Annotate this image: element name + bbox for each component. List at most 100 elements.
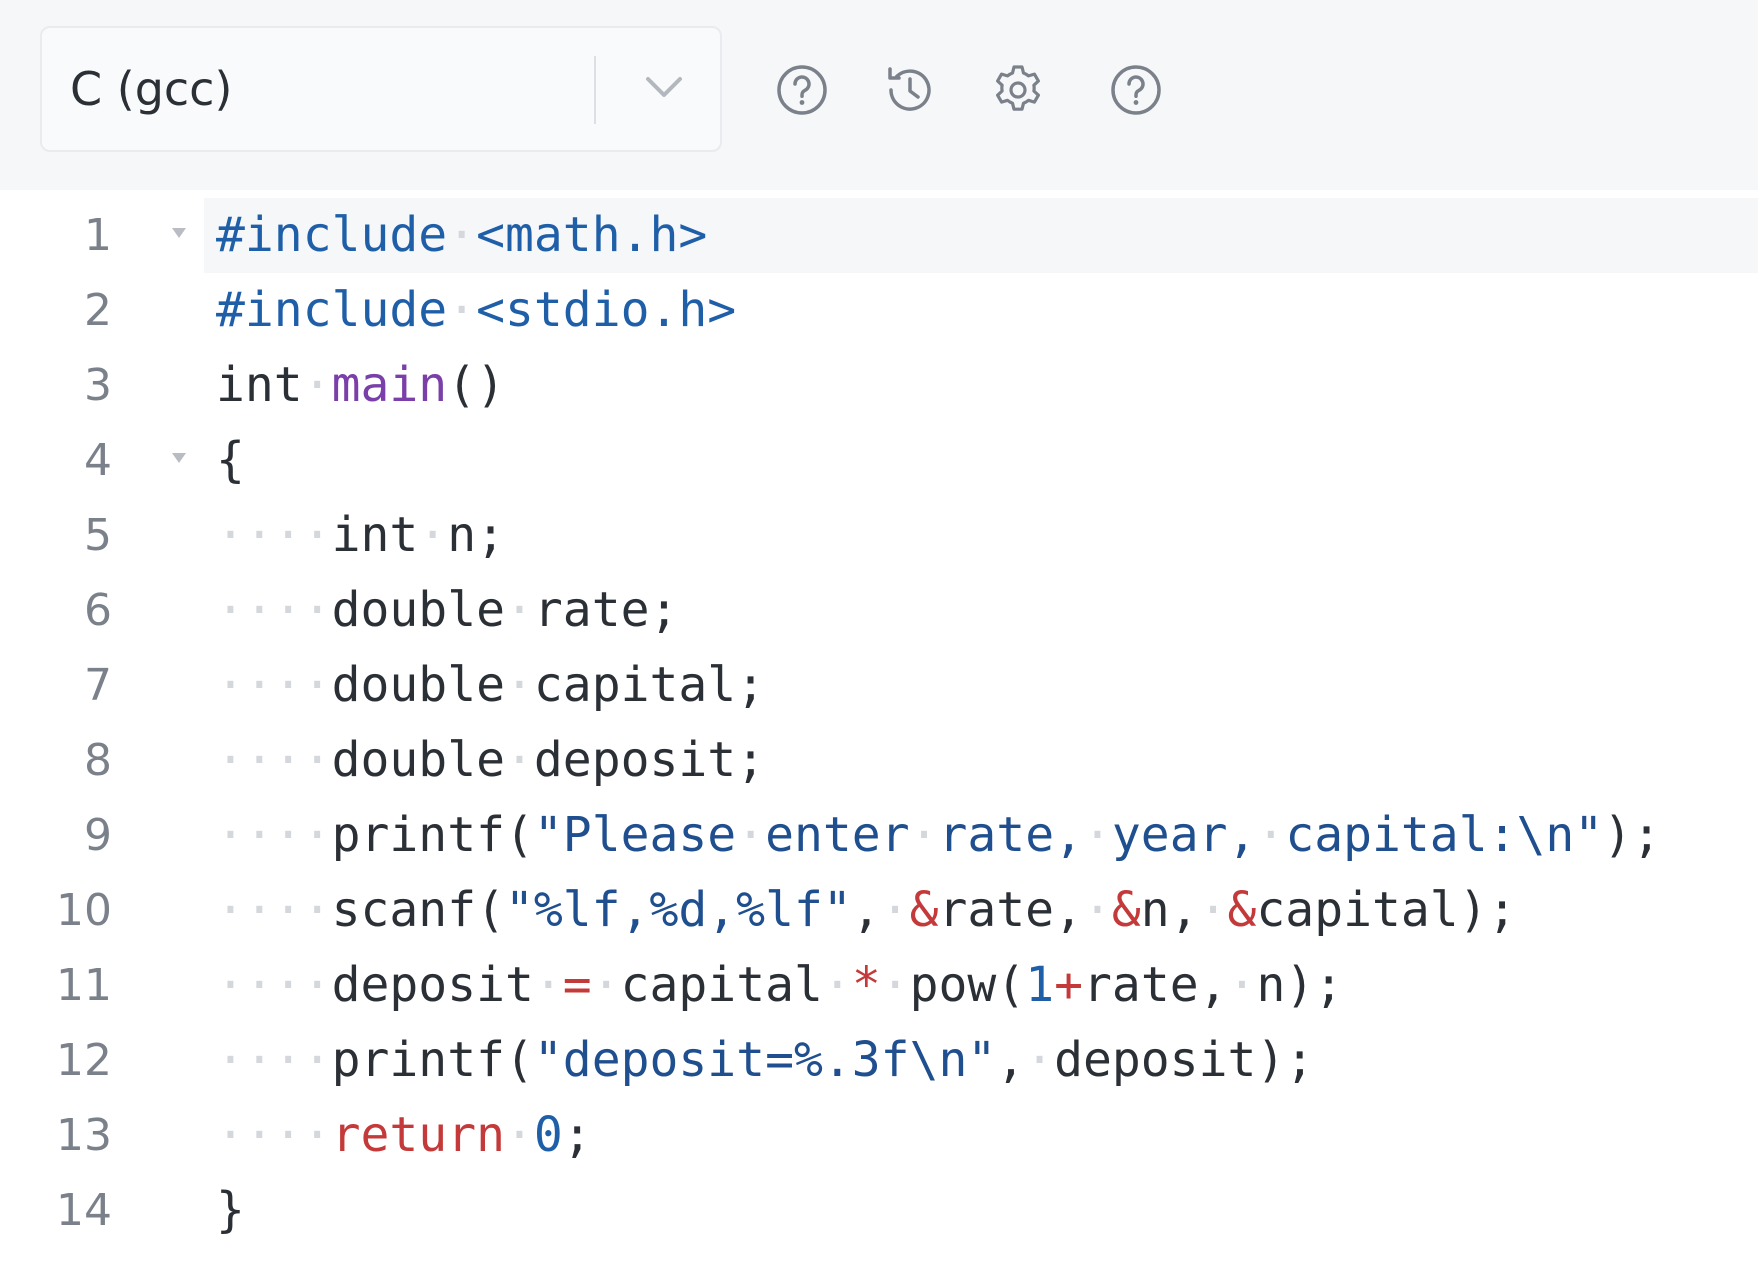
- code-line[interactable]: 3 int·main(): [0, 348, 1758, 423]
- whitespace-marker: ·: [822, 957, 852, 1013]
- line-number: 9: [84, 810, 112, 861]
- whitespace-marker: ·: [447, 207, 477, 263]
- line-number: 5: [84, 510, 112, 561]
- line-number: 14: [56, 1185, 112, 1236]
- help-circle-icon[interactable]: [1108, 62, 1164, 118]
- code-text[interactable]: ····return·0;: [216, 1098, 592, 1173]
- code-text[interactable]: ····double·rate;: [216, 573, 678, 648]
- line-number: 4: [84, 435, 112, 486]
- language-select-divider: [594, 56, 596, 124]
- code-text[interactable]: ····scanf("%lf,%d,%lf",·&rate,·&n,·&capi…: [216, 873, 1517, 948]
- whitespace-marker: ····: [216, 1107, 332, 1163]
- whitespace-marker: ·: [533, 957, 563, 1013]
- code-token: ,: [996, 1032, 1026, 1088]
- code-line[interactable]: 6 ····double·rate;: [0, 573, 1758, 648]
- whitespace-marker: ·: [880, 882, 910, 938]
- history-icon[interactable]: [882, 62, 938, 118]
- language-select[interactable]: C (gcc): [40, 26, 722, 152]
- whitespace-marker: ·: [504, 1107, 534, 1163]
- whitespace-marker: ·: [302, 357, 332, 413]
- editor-toolbar: C (gcc): [0, 0, 1758, 190]
- fold-toggle-icon[interactable]: [172, 453, 186, 463]
- code-token: *: [851, 957, 881, 1013]
- code-text[interactable]: #include·<stdio.h>: [216, 273, 736, 348]
- line-number: 11: [56, 960, 112, 1011]
- code-token: <stdio.h>: [476, 282, 737, 338]
- fold-toggle-icon[interactable]: [172, 228, 186, 238]
- code-token: <math.h>: [476, 207, 708, 263]
- code-text[interactable]: {: [216, 423, 245, 498]
- code-token: =: [562, 957, 592, 1013]
- whitespace-marker: ·: [447, 282, 477, 338]
- line-number: 2: [84, 285, 112, 336]
- code-token: "deposit=%.3f\n": [533, 1032, 997, 1088]
- whitespace-marker: ·: [418, 507, 448, 563]
- code-token: year,: [1111, 807, 1257, 863]
- code-text[interactable]: ····deposit·=·capital·*·pow(1+rate,·n);: [216, 948, 1343, 1023]
- code-text[interactable]: int·main(): [216, 348, 505, 423]
- code-line[interactable]: 11 ····deposit·=·capital·*·pow(1+rate,·n)…: [0, 948, 1758, 1023]
- help-circle-icon[interactable]: [774, 62, 830, 118]
- code-token: capital: [620, 957, 823, 1013]
- code-text[interactable]: ····int·n;: [216, 498, 505, 573]
- whitespace-marker: ·: [1198, 882, 1228, 938]
- code-token: deposit;: [533, 732, 766, 788]
- code-token: main: [331, 357, 448, 413]
- code-line[interactable]: 8 ····double·deposit;: [0, 723, 1758, 798]
- code-text[interactable]: ····printf("deposit=%.3f\n",·deposit);: [216, 1023, 1314, 1098]
- code-line[interactable]: 10 ····scanf("%lf,%d,%lf",·&rate,·&n,·&ca…: [0, 873, 1758, 948]
- code-token: rate,: [938, 807, 1084, 863]
- whitespace-marker: ·: [591, 957, 621, 1013]
- code-text[interactable]: ····double·capital;: [216, 648, 765, 723]
- code-token: capital);: [1256, 882, 1517, 938]
- code-token: n,: [1140, 882, 1199, 938]
- line-number: 13: [56, 1110, 112, 1161]
- code-token: +: [1054, 957, 1084, 1013]
- code-line[interactable]: 7 ····double·capital;: [0, 648, 1758, 723]
- line-number: 1: [84, 210, 112, 261]
- chevron-down-icon[interactable]: [634, 63, 694, 115]
- code-token: deposit);: [1054, 1032, 1315, 1088]
- code-line[interactable]: 12 ····printf("deposit=%.3f\n",·deposit);: [0, 1023, 1758, 1098]
- code-token: "%lf,%d,%lf": [504, 882, 852, 938]
- whitespace-marker: ····: [216, 957, 332, 1013]
- code-line[interactable]: 5 ····int·n;: [0, 498, 1758, 573]
- code-text[interactable]: ····printf("Please·enter·rate,·year,·cap…: [216, 798, 1661, 873]
- whitespace-marker: ·: [1025, 1032, 1055, 1088]
- whitespace-marker: ····: [216, 507, 332, 563]
- code-line[interactable]: 9 ····printf("Please·enter·rate,·year,·ca…: [0, 798, 1758, 873]
- code-token: );: [1603, 807, 1661, 863]
- code-token: #include: [216, 207, 448, 263]
- language-select-value: C (gcc): [70, 62, 233, 116]
- code-token: rate;: [533, 582, 679, 638]
- whitespace-marker: ·: [1227, 957, 1257, 1013]
- code-line[interactable]: 13 ····return·0;: [0, 1098, 1758, 1173]
- whitespace-marker: ····: [216, 732, 332, 788]
- code-line[interactable]: 14}: [0, 1173, 1758, 1248]
- whitespace-marker: ·: [1256, 807, 1286, 863]
- whitespace-marker: ·: [504, 582, 534, 638]
- code-text[interactable]: ····double·deposit;: [216, 723, 765, 798]
- code-line[interactable]: 2 #include·<stdio.h>: [0, 273, 1758, 348]
- whitespace-marker: ·: [504, 657, 534, 713]
- code-token: enter: [765, 807, 910, 863]
- code-token: n;: [447, 507, 505, 563]
- code-line[interactable]: 1 #include·<math.h>: [0, 198, 1758, 273]
- line-number: 8: [84, 735, 112, 786]
- code-token: printf(: [331, 807, 534, 863]
- code-line[interactable]: 4{: [0, 423, 1758, 498]
- line-number: 6: [84, 585, 112, 636]
- code-token: n);: [1256, 957, 1344, 1013]
- code-text[interactable]: }: [216, 1173, 245, 1248]
- code-token: "Please: [533, 807, 737, 863]
- settings-gear-icon[interactable]: [990, 62, 1046, 118]
- code-token: (): [447, 357, 505, 413]
- code-token: deposit: [331, 957, 534, 1013]
- code-editor[interactable]: 1 #include·<math.h> 2 #include·<stdio.h> 3 in…: [0, 190, 1758, 1280]
- code-text[interactable]: #include·<math.h>: [216, 198, 707, 273]
- code-token: int: [331, 507, 419, 563]
- code-token: capital:\n": [1285, 807, 1604, 863]
- code-token: int: [216, 357, 303, 413]
- whitespace-marker: ····: [216, 582, 332, 638]
- code-token: double: [331, 582, 505, 638]
